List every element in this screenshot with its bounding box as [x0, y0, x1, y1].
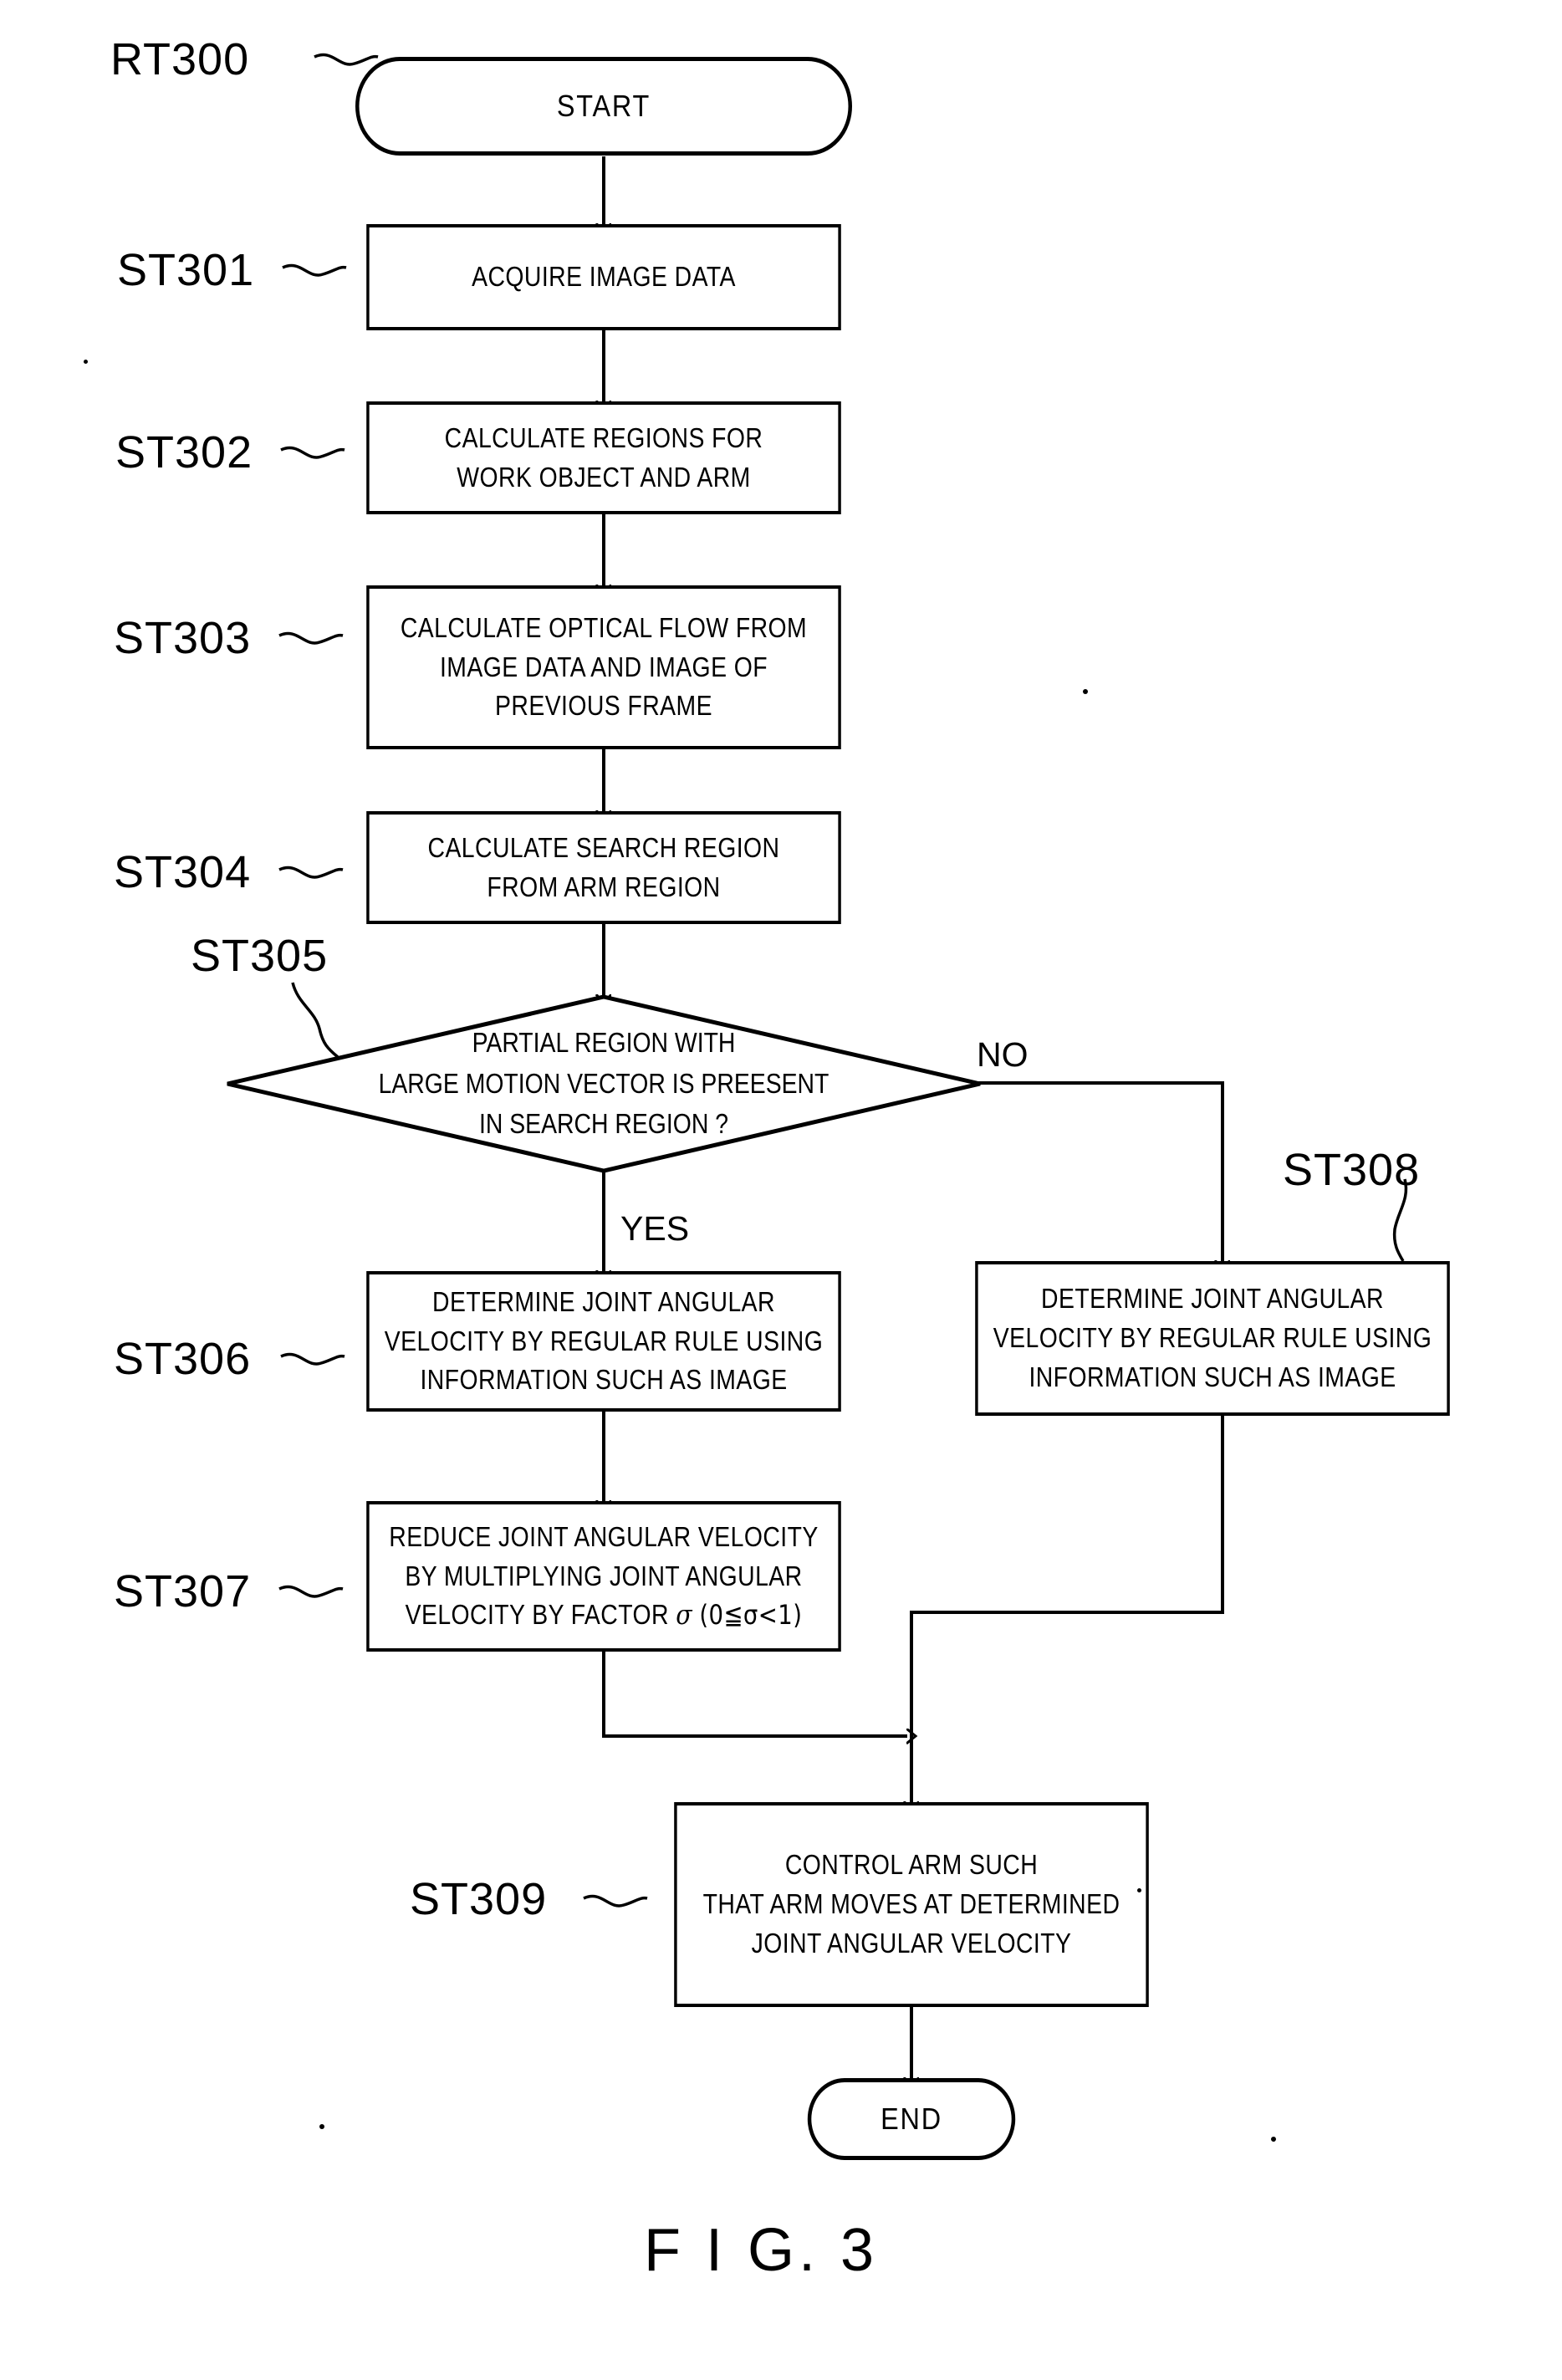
step-ref-st308: ST308	[1283, 1145, 1421, 1195]
branch-label-no: NO	[977, 1035, 1029, 1074]
st303-line-2: IMAGE DATA AND IMAGE OF	[439, 651, 768, 682]
figure-page: START RT300 ACQUIRE IMAGE DATA ST301 CAL…	[0, 0, 1562, 2380]
process-determine-joint-velocity-yes: DETERMINE JOINT ANGULAR VELOCITY BY REGU…	[366, 1271, 841, 1412]
step-ref-st302: ST302	[115, 427, 253, 478]
st309-line-1: CONTROL ARM SUCH	[784, 1849, 1039, 1881]
st303-line-1: CALCULATE OPTICAL FLOW FROM	[400, 611, 808, 643]
scan-speck	[1271, 2137, 1276, 2142]
st306-line-1: DETERMINE JOINT ANGULAR	[432, 1285, 775, 1317]
terminal-start: START	[355, 57, 852, 156]
st306-line-2: VELOCITY BY REGULAR RULE USING	[384, 1325, 824, 1356]
step-ref-st307: ST307	[114, 1566, 252, 1616]
st309-line-3: JOINT ANGULAR VELOCITY	[751, 1927, 1072, 1959]
st307-line-3-text: VELOCITY BY FACTOR	[405, 1599, 669, 1631]
process-acquire-image-data: ACQUIRE IMAGE DATA	[366, 224, 841, 330]
decision-large-motion-vector: PARTIAL REGION WITH LARGE MOTION VECTOR …	[224, 994, 983, 1173]
process-determine-joint-velocity-no: DETERMINE JOINT ANGULAR VELOCITY BY REGU…	[975, 1261, 1450, 1416]
branch-label-yes: YES	[620, 1209, 690, 1248]
st307-line-1: REDUCE JOINT ANGULAR VELOCITY	[389, 1520, 819, 1552]
scan-speck	[319, 2124, 324, 2129]
st302-line-2: WORK OBJECT AND ARM	[457, 461, 751, 493]
st309-line-2: THAT ARM MOVES AT DETERMINED	[702, 1888, 1120, 1920]
step-ref-st305: ST305	[191, 931, 329, 981]
start-label: START	[556, 89, 651, 123]
st305-line-1: PARTIAL REGION WITH	[472, 1026, 736, 1058]
scan-speck	[84, 360, 88, 364]
st304-line-2: FROM ARM REGION	[487, 871, 721, 902]
process-reduce-joint-velocity: REDUCE JOINT ANGULAR VELOCITY BY MULTIPL…	[366, 1501, 841, 1652]
figure-caption: F I G. 3	[644, 2217, 879, 2284]
st307-line-3: VELOCITY BY FACTOR σ (0≦σ<1)	[376, 1596, 831, 1635]
scan-speck	[1137, 1888, 1141, 1892]
st303-line-3: PREVIOUS FRAME	[495, 690, 712, 722]
st306-line-3: INFORMATION SUCH AS IMAGE	[420, 1364, 788, 1396]
st302-line-1: CALCULATE REGIONS FOR	[444, 421, 763, 453]
process-calculate-optical-flow: CALCULATE OPTICAL FLOW FROM IMAGE DATA A…	[366, 585, 841, 749]
scan-speck	[1083, 689, 1088, 694]
st308-line-2: VELOCITY BY REGULAR RULE USING	[993, 1322, 1432, 1354]
step-ref-st301: ST301	[117, 245, 255, 295]
process-calculate-regions: CALCULATE REGIONS FOR WORK OBJECT AND AR…	[366, 401, 841, 514]
process-calculate-search-region: CALCULATE SEARCH REGION FROM ARM REGION	[366, 811, 841, 924]
st304-line-1: CALCULATE SEARCH REGION	[427, 831, 780, 863]
st308-line-1: DETERMINE JOINT ANGULAR	[1041, 1283, 1384, 1315]
st307-sigma: σ	[676, 1598, 693, 1632]
terminal-end: END	[807, 2078, 1016, 2160]
st305-line-2: LARGE MOTION VECTOR IS PREESENT	[378, 1067, 829, 1099]
process-control-arm: CONTROL ARM SUCH THAT ARM MOVES AT DETER…	[674, 1802, 1149, 2007]
st307-range: (0≦σ<1)	[699, 1599, 803, 1632]
step-ref-st303: ST303	[114, 613, 252, 663]
st305-line-3: IN SEARCH REGION ?	[478, 1108, 729, 1140]
end-label: END	[881, 2102, 942, 2136]
step-ref-st306: ST306	[114, 1334, 252, 1384]
st308-line-3: INFORMATION SUCH AS IMAGE	[1029, 1361, 1396, 1392]
step-ref-st309: ST309	[410, 1874, 548, 1924]
st301-line-1: ACQUIRE IMAGE DATA	[472, 261, 736, 293]
step-ref-st304: ST304	[114, 847, 252, 897]
step-ref-rt300: RT300	[110, 34, 250, 84]
st307-line-2: BY MULTIPLYING JOINT ANGULAR	[405, 1560, 803, 1591]
